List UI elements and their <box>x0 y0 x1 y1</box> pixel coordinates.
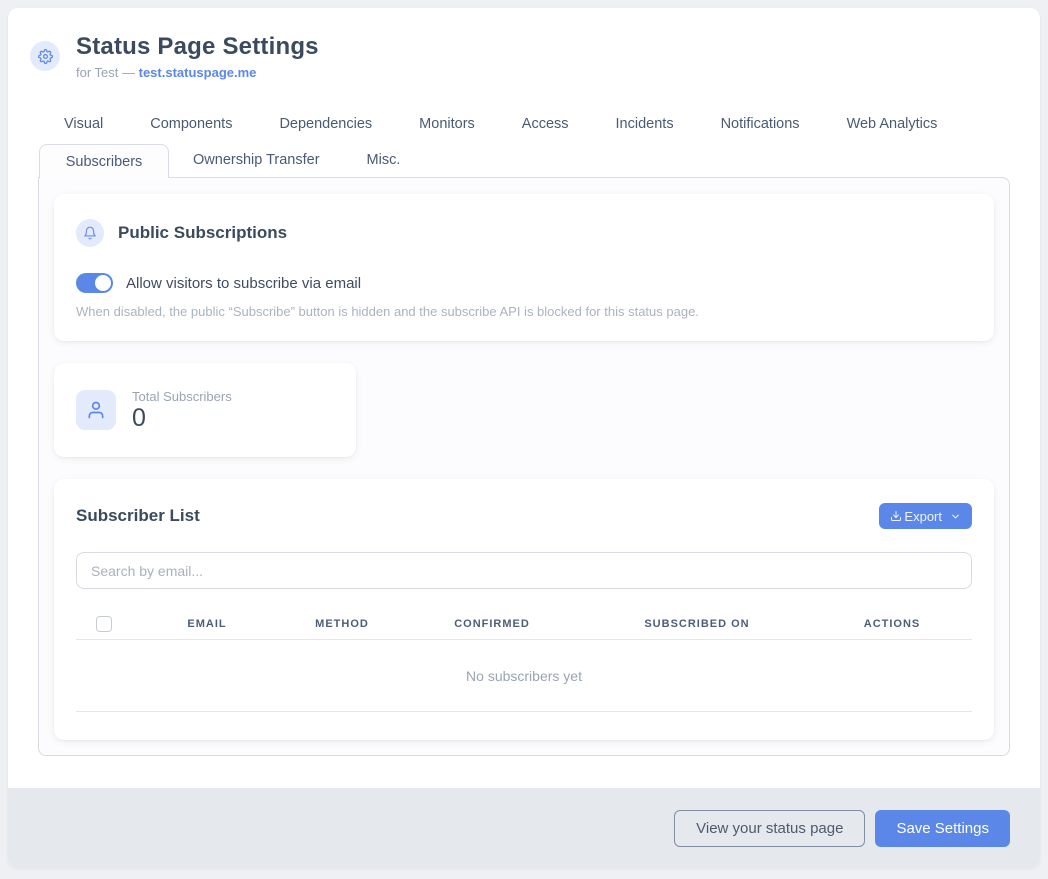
tab-subscribers-label: Subscribers <box>66 154 143 170</box>
subtitle-prefix: for Test — <box>76 65 139 80</box>
status-page-link[interactable]: test.statuspage.me <box>139 65 257 80</box>
tab-dependencies[interactable]: Dependencies <box>279 116 372 132</box>
tab-components[interactable]: Components <box>150 116 232 132</box>
tab-visual[interactable]: Visual <box>64 116 103 132</box>
total-subscribers-value: 0 <box>132 406 232 431</box>
tab-bar-primary: Visual Components Dependencies Monitors … <box>64 116 1040 132</box>
page-subtitle: for Test — test.statuspage.me <box>76 65 319 80</box>
export-button[interactable]: Export <box>879 503 972 529</box>
tab-access[interactable]: Access <box>522 116 569 132</box>
bell-icon <box>76 219 104 247</box>
column-header-email: EMAIL <box>132 618 282 630</box>
page-header: Status Page Settings for Test — test.sta… <box>8 8 1040 80</box>
tab-web-analytics[interactable]: Web Analytics <box>847 116 938 132</box>
status-page-settings-card: Status Page Settings for Test — test.sta… <box>8 8 1040 868</box>
gear-icon <box>30 41 60 71</box>
tab-monitors[interactable]: Monitors <box>419 116 475 132</box>
tab-bar-secondary: Subscribers Ownership Transfer Misc. <box>39 144 1040 177</box>
tab-subscribers[interactable]: Subscribers <box>39 144 169 178</box>
total-subscribers-card: Total Subscribers 0 <box>54 363 356 457</box>
column-header-subscribed-on: SUBSCRIBED ON <box>582 618 812 630</box>
column-header-confirmed: CONFIRMED <box>402 618 582 630</box>
search-input[interactable] <box>76 552 972 589</box>
select-all-checkbox[interactable] <box>96 616 112 632</box>
save-settings-button[interactable]: Save Settings <box>875 810 1010 847</box>
subscribe-helper-text: When disabled, the public “Subscribe” bu… <box>76 304 972 319</box>
page-title: Status Page Settings <box>76 33 319 61</box>
tab-misc[interactable]: Misc. <box>367 152 401 177</box>
export-button-label: Export <box>904 509 942 524</box>
allow-subscribe-toggle-label: Allow visitors to subscribe via email <box>126 275 361 292</box>
public-subscriptions-heading: Public Subscriptions <box>118 223 287 243</box>
tab-ownership-transfer[interactable]: Ownership Transfer <box>193 152 320 177</box>
column-header-method: METHOD <box>282 618 402 630</box>
table-header-row: EMAIL METHOD CONFIRMED SUBSCRIBED ON ACT… <box>76 608 972 640</box>
subscriber-list-heading: Subscriber List <box>76 506 200 526</box>
total-subscribers-label: Total Subscribers <box>132 389 232 404</box>
view-status-page-button[interactable]: View your status page <box>674 810 865 847</box>
footer-action-bar: View your status page Save Settings <box>8 788 1040 868</box>
tab-notifications[interactable]: Notifications <box>721 116 800 132</box>
download-icon <box>890 510 902 522</box>
subscriber-list-card: Subscriber List Export <box>54 479 994 740</box>
column-header-actions: ACTIONS <box>812 618 972 630</box>
toggle-knob <box>95 275 111 291</box>
tab-incidents[interactable]: Incidents <box>616 116 674 132</box>
subscriber-table: EMAIL METHOD CONFIRMED SUBSCRIBED ON ACT… <box>76 608 972 712</box>
chevron-down-icon <box>950 511 961 522</box>
person-icon <box>76 390 116 430</box>
empty-state-message: No subscribers yet <box>76 640 972 712</box>
allow-subscribe-toggle[interactable] <box>76 273 113 293</box>
public-subscriptions-card: Public Subscriptions Allow visitors to s… <box>54 194 994 341</box>
subscribers-tab-panel: Public Subscriptions Allow visitors to s… <box>38 177 1010 756</box>
